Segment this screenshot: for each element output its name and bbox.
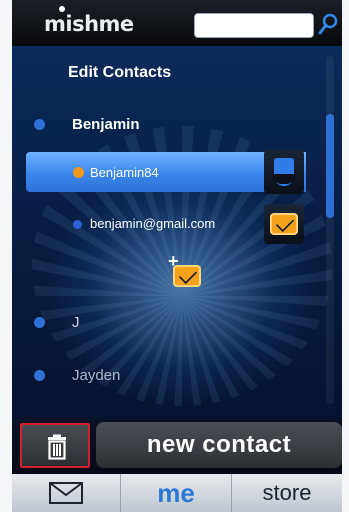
search-icon[interactable] <box>317 12 339 36</box>
account-status-dot <box>73 167 84 178</box>
contact-bullet <box>34 317 45 328</box>
logo-dot <box>59 6 65 12</box>
contact-bullet <box>34 370 45 381</box>
skype-button[interactable] <box>264 150 304 194</box>
search-input[interactable] <box>194 13 314 38</box>
contact-name-j[interactable]: J <box>72 314 80 331</box>
tab-bar: me store <box>12 474 342 512</box>
scrollbar-thumb[interactable] <box>326 114 334 218</box>
tab-me[interactable]: me <box>121 474 231 512</box>
trash-icon <box>48 434 66 460</box>
email-bullet <box>73 220 82 229</box>
new-contact-button[interactable]: new contact <box>96 422 342 468</box>
page-title: Edit Contacts <box>68 64 172 81</box>
tab-store[interactable]: store <box>232 474 342 512</box>
app-header: mishme <box>12 0 342 46</box>
envelope-icon <box>49 482 83 504</box>
app-logo: mishme <box>44 12 134 36</box>
plus-icon: + <box>168 251 179 271</box>
account-username[interactable]: Benjamin84 <box>90 165 159 180</box>
edit-contacts-panel: Edit Contacts Benjamin Benjamin84 benjam… <box>12 46 342 418</box>
contact-email[interactable]: benjamin@gmail.com <box>90 216 215 231</box>
phone-screen: mishme Edit Contacts Benjamin Benjamin84… <box>12 0 342 512</box>
add-email-button[interactable]: + <box>168 251 204 291</box>
tab-messages[interactable] <box>12 474 120 512</box>
delete-button[interactable] <box>20 423 90 468</box>
contact-name-benjamin[interactable]: Benjamin <box>72 116 140 133</box>
mail-icon <box>270 213 298 235</box>
scrollbar-track[interactable] <box>326 56 334 404</box>
skype-icon <box>272 158 296 186</box>
contact-bullet <box>34 119 45 130</box>
email-button[interactable] <box>264 204 304 244</box>
contact-name-jayden[interactable]: Jayden <box>72 367 120 384</box>
action-bar: new contact <box>12 418 342 474</box>
